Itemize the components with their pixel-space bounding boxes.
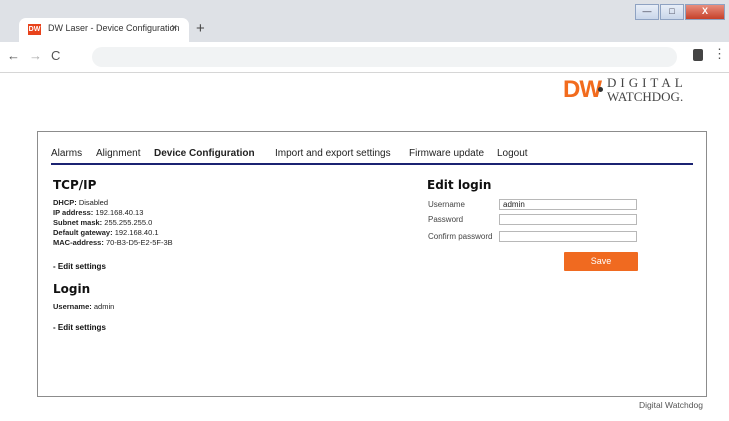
nav-device-configuration[interactable]: Device Configuration — [154, 148, 255, 159]
browser-toolbar: ← → C ⋮ — [0, 42, 729, 73]
tcpip-title: TCP/IP — [53, 178, 97, 192]
nav-alignment[interactable]: Alignment — [96, 148, 140, 159]
browser-tab[interactable]: DW DW Laser - Device Configuration × — [19, 18, 189, 42]
save-button[interactable]: Save — [564, 252, 638, 271]
tab-title: DW Laser - Device Configuration — [48, 23, 180, 33]
username-label: Username — [428, 200, 465, 209]
mac-row: MAC-address: 70-B3-D5-E2-5F-3B — [53, 238, 173, 247]
config-panel: Alarms Alignment Device Configuration Im… — [37, 131, 707, 397]
password-field[interactable] — [499, 214, 637, 225]
maximize-icon[interactable]: □ — [660, 4, 684, 20]
edit-login-title: Edit login — [427, 178, 492, 192]
dw-favicon-icon: DW — [28, 24, 41, 35]
username-field[interactable]: admin — [499, 199, 637, 210]
browser-titlebar: DW DW Laser - Device Configuration × + —… — [0, 0, 729, 42]
forward-arrow-icon[interactable]: → — [29, 48, 42, 63]
nav-firmware-update[interactable]: Firmware update — [409, 148, 484, 159]
reload-icon[interactable]: C — [51, 48, 60, 63]
login-title: Login — [53, 282, 91, 296]
confirm-password-field[interactable] — [499, 231, 637, 242]
login-username-row: Username: admin — [53, 302, 115, 311]
nav-import-export[interactable]: Import and export settings — [275, 148, 391, 159]
tab-close-icon[interactable]: × — [171, 22, 177, 34]
browser-menu-icon[interactable]: ⋮ — [713, 46, 726, 62]
logo-line2: WATCHDOG. — [607, 89, 684, 104]
footer-text: Digital Watchdog — [639, 400, 703, 410]
close-window-icon[interactable]: X — [685, 4, 725, 20]
window-controls: — □ X — [634, 4, 725, 20]
gateway-row: Default gateway: 192.168.40.1 — [53, 228, 159, 237]
logo-mark: DW — [563, 76, 602, 103]
logo-dot — [598, 87, 603, 92]
back-arrow-icon[interactable]: ← — [7, 48, 20, 63]
extension-icon[interactable] — [693, 49, 703, 61]
mask-row: Subnet mask: 255.255.255.0 — [53, 218, 153, 227]
nav-alarms[interactable]: Alarms — [51, 148, 82, 159]
new-tab-icon[interactable]: + — [196, 20, 205, 37]
digital-watchdog-logo: DW DIGITAL WATCHDOG. — [563, 74, 713, 106]
main-nav: Alarms Alignment Device Configuration Im… — [51, 148, 693, 165]
confirm-password-label: Confirm password — [428, 232, 493, 241]
address-bar[interactable] — [92, 47, 677, 67]
tcpip-edit-link[interactable]: - Edit settings — [53, 262, 106, 271]
minimize-icon[interactable]: — — [635, 4, 659, 20]
nav-logout[interactable]: Logout — [497, 148, 528, 159]
login-edit-link[interactable]: - Edit settings — [53, 323, 106, 332]
ip-row: IP address: 192.168.40.13 — [53, 208, 144, 217]
dhcp-row: DHCP: Disabled — [53, 198, 109, 207]
password-label: Password — [428, 215, 464, 224]
